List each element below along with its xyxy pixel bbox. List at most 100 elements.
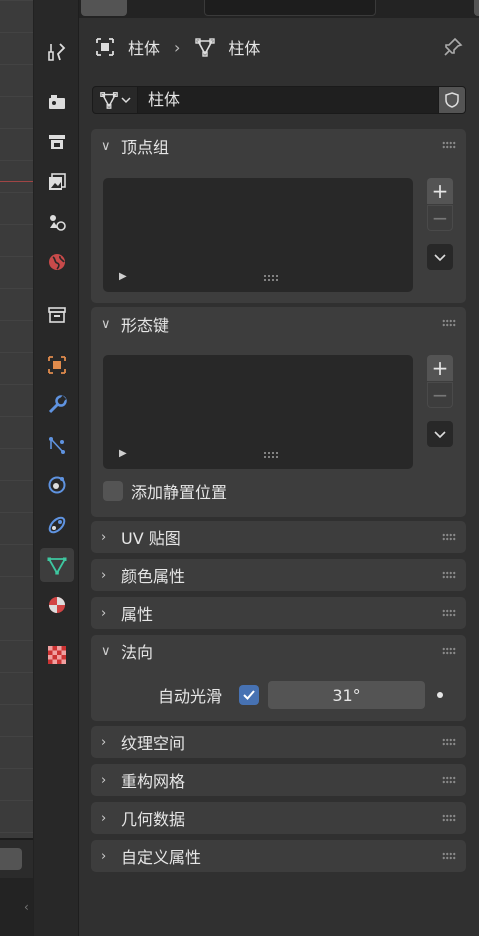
section-title: 重构网格 [121,772,186,791]
timeline-button[interactable] [0,848,22,870]
drag-handle-icon[interactable] [442,647,456,655]
options-dropdown[interactable] [474,0,479,16]
tab-constraints[interactable] [40,508,74,542]
editor-type-button[interactable] [81,0,127,16]
properties-panel: 柱体 › 柱体 柱体 ∨ 顶点组 ▶ + − ∨ 形态键 ▶ + − 添加静置位… [80,18,479,936]
object-icon [48,356,66,374]
scene-icon [50,215,66,231]
list-resize-handle[interactable] [263,451,279,459]
relative-checkbox[interactable] [103,481,123,501]
3d-viewport[interactable]: ‹ [0,0,34,936]
collapsed-arrow-icon: › [101,734,107,750]
drag-handle-icon[interactable] [442,852,456,860]
properties-tab-bar [34,0,79,936]
pin-icon[interactable] [442,36,464,58]
expand-arrow-icon: ∨ [101,138,111,154]
section-title: 颜色属性 [121,567,186,586]
mesh-data-icon [194,36,216,58]
section-uv-maps-header[interactable]: › UV 贴图 [91,521,466,553]
drag-handle-icon[interactable] [442,319,456,327]
drag-handle-icon[interactable] [442,814,456,822]
section-title: 自定义属性 [121,848,202,867]
properties-header [34,0,479,18]
mesh-data-icon [47,557,67,575]
browse-mesh-button[interactable] [92,86,138,114]
drag-handle-icon[interactable] [442,571,456,579]
section-geometry-data-header[interactable]: › 几何数据 [91,802,466,834]
remove-shape-key-button[interactable]: − [427,382,453,408]
section-normals-header[interactable]: ∨ 法向 [91,635,466,667]
collapsed-arrow-icon: › [101,529,107,545]
tab-view-layer[interactable] [40,165,74,199]
list-resize-handle[interactable] [263,274,279,282]
tab-tool[interactable] [40,35,74,69]
tab-output[interactable] [40,125,74,159]
tab-mesh-data[interactable] [40,548,74,582]
section-title: UV 贴图 [121,529,181,548]
vertex-group-list[interactable]: ▶ [103,178,413,292]
shape-key-specials-menu[interactable] [427,421,453,447]
play-icon[interactable]: ▶ [119,271,127,282]
fake-user-button[interactable] [438,86,466,114]
search-input[interactable] [204,0,376,16]
mesh-name-field[interactable]: 柱体 [138,86,438,114]
tab-texture[interactable] [40,638,74,672]
section-custom-properties-header[interactable]: › 自定义属性 [91,840,466,872]
auto-smooth-checkbox[interactable] [239,685,259,705]
tab-material[interactable] [40,588,74,622]
section-title: 纹理空间 [121,734,186,753]
section-attributes-header[interactable]: › 属性 [91,597,466,629]
add-vertex-group-button[interactable]: + [427,178,453,204]
object-icon [94,36,116,58]
drag-handle-icon[interactable] [442,776,456,784]
keyframe-dot-icon[interactable] [437,692,443,698]
x-axis-line [0,181,33,182]
tab-render[interactable] [40,85,74,119]
collapsed-arrow-icon: › [101,848,107,864]
chevron-down-icon [434,254,446,262]
particles-icon [49,437,65,454]
drag-handle-icon[interactable] [442,533,456,541]
play-icon[interactable]: ▶ [119,448,127,459]
shape-key-list[interactable]: ▶ [103,355,413,469]
section-shape-keys-header[interactable]: ∨ 形态键 [91,307,466,341]
add-shape-key-button[interactable]: + [427,355,453,381]
collection-icon [48,307,66,323]
remove-vertex-group-button[interactable]: − [427,205,453,231]
section-texture-space: › 纹理空间 [91,726,466,758]
section-uv-maps: › UV 贴图 [91,521,466,553]
section-remesh-header[interactable]: › 重构网格 [91,764,466,796]
tab-physics[interactable] [40,468,74,502]
relative-checkbox-row[interactable]: 添加静置位置 [103,479,227,503]
breadcrumb-mesh-name[interactable]: 柱体 [228,35,260,59]
collapse-chevron-icon[interactable]: ‹ [24,900,29,914]
tab-world[interactable] [40,245,74,279]
vertex-group-specials-menu[interactable] [427,244,453,270]
expand-arrow-icon: ∨ [101,643,111,659]
modifier-icon [48,395,67,414]
mesh-data-icon [100,92,118,109]
tab-particles[interactable] [40,428,74,462]
section-texture-space-header[interactable]: › 纹理空间 [91,726,466,758]
render-icon [49,95,65,109]
breadcrumb-object-name[interactable]: 柱体 [128,35,160,59]
tab-scene[interactable] [40,205,74,239]
section-vertex-groups-header[interactable]: ∨ 顶点组 [91,129,466,163]
section-shape-keys: ∨ 形态键 ▶ + − 添加静置位置 [91,307,466,517]
drag-handle-icon[interactable] [442,141,456,149]
tab-collection[interactable] [40,298,74,332]
checkmark-icon [243,690,255,700]
tab-modifier[interactable] [40,388,74,422]
relative-label: 添加静置位置 [131,483,228,502]
section-normals: ∨ 法向 自动光滑 31° [91,635,466,721]
tab-object[interactable] [40,348,74,382]
drag-handle-icon[interactable] [442,738,456,746]
expand-arrow-icon: ∨ [101,316,111,332]
auto-smooth-angle-field[interactable]: 31° [268,681,425,709]
drag-handle-icon[interactable] [442,609,456,617]
tool-icon [48,43,66,61]
physics-icon [48,476,66,494]
section-custom-properties: › 自定义属性 [91,840,466,872]
section-color-attributes-header[interactable]: › 颜色属性 [91,559,466,591]
section-remesh: › 重构网格 [91,764,466,796]
